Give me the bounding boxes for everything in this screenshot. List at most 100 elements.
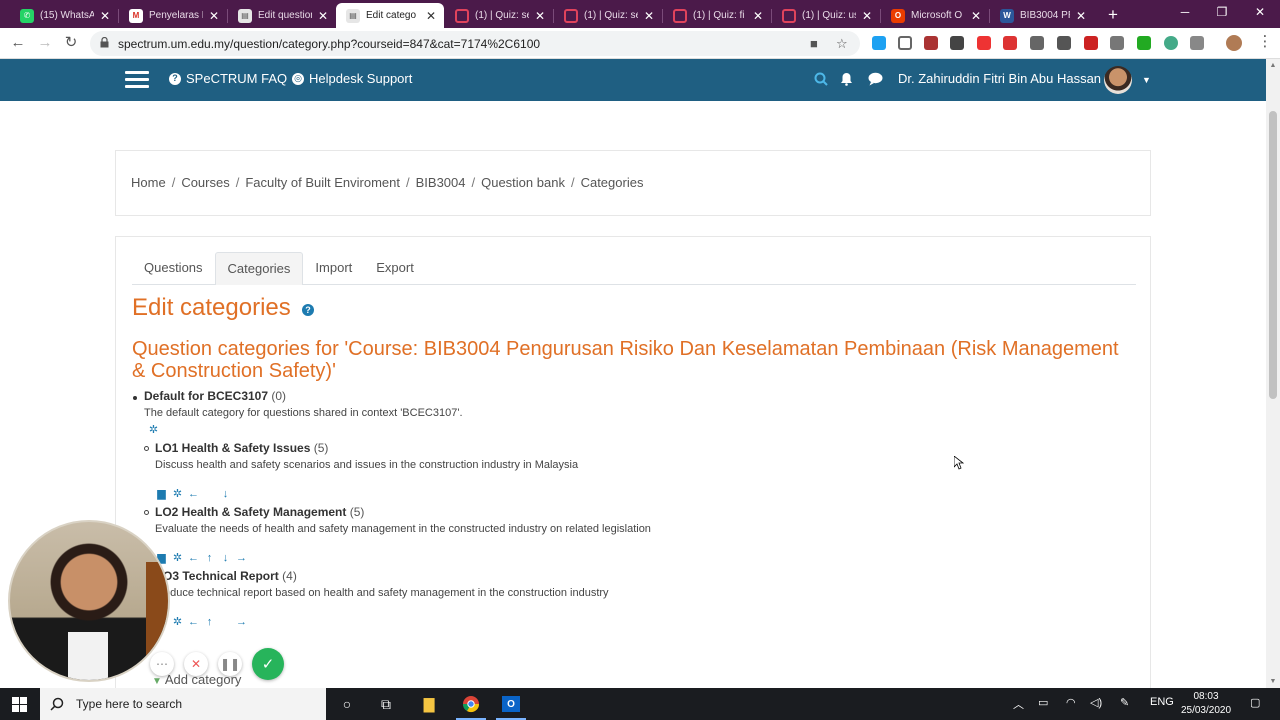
arrow-right-icon[interactable]: → bbox=[236, 617, 247, 628]
bell-icon[interactable] bbox=[840, 72, 853, 86]
outlook-icon[interactable]: O bbox=[496, 695, 526, 720]
windows-start-icon[interactable] bbox=[12, 697, 27, 712]
search-icon[interactable] bbox=[814, 72, 828, 86]
gear-icon[interactable]: ✲ bbox=[172, 489, 183, 500]
camera-icon[interactable]: ■ bbox=[810, 36, 818, 51]
breadcrumb-courses[interactable]: Courses bbox=[181, 175, 229, 190]
minimize-icon[interactable]: ─ bbox=[1175, 5, 1195, 19]
category-name[interactable]: LO1 Health & Safety Issues bbox=[155, 441, 310, 455]
breadcrumb-question-bank[interactable]: Question bank bbox=[481, 175, 565, 190]
extension-icon[interactable] bbox=[872, 36, 886, 50]
close-tab-icon[interactable]: ✕ bbox=[533, 9, 547, 23]
cortana-icon[interactable]: ○ bbox=[338, 695, 356, 713]
tab-categories[interactable]: Categories bbox=[214, 252, 304, 285]
cancel-recording-icon[interactable]: ✕ bbox=[184, 652, 208, 676]
category-name[interactable]: LO2 Health & Safety Management bbox=[155, 505, 346, 519]
arrow-down-icon[interactable]: ↓ bbox=[220, 553, 231, 564]
scroll-down-icon[interactable]: ▼ bbox=[1266, 678, 1280, 685]
tray-overflow-icon[interactable]: ︿ bbox=[1013, 696, 1024, 712]
close-tab-icon[interactable]: ✕ bbox=[98, 9, 112, 23]
volume-icon[interactable]: ◁) bbox=[1090, 696, 1102, 709]
forward-icon[interactable]: → bbox=[36, 34, 54, 52]
breadcrumb-course[interactable]: BIB3004 bbox=[416, 175, 466, 190]
pen-icon[interactable]: ✎ bbox=[1120, 696, 1129, 709]
browser-tab[interactable]: M Penyelaras K ✕ bbox=[119, 3, 227, 28]
browser-tab[interactable]: ▤ Edit question ✕ bbox=[228, 3, 336, 28]
task-view-icon[interactable]: ⧉ bbox=[377, 695, 395, 713]
extension-icon[interactable] bbox=[1057, 36, 1071, 50]
maximize-icon[interactable]: ❐ bbox=[1212, 5, 1232, 19]
pause-icon[interactable]: ❚❚ bbox=[218, 652, 242, 676]
close-window-icon[interactable]: ✕ bbox=[1250, 5, 1270, 19]
extension-icon[interactable] bbox=[924, 36, 938, 50]
battery-icon[interactable]: ▭ bbox=[1038, 696, 1048, 709]
tab-questions[interactable]: Questions bbox=[132, 252, 215, 285]
more-options-icon[interactable]: ⋯ bbox=[150, 652, 174, 676]
taskbar-clock[interactable]: 08:03 25/03/2020 bbox=[1176, 690, 1236, 718]
pdf-icon[interactable] bbox=[1003, 36, 1017, 50]
tab-import[interactable]: Import bbox=[303, 252, 364, 285]
pocket-icon[interactable] bbox=[898, 36, 912, 50]
notifications-icon[interactable]: ▢ bbox=[1250, 696, 1260, 709]
finish-recording-icon[interactable]: ✓ bbox=[252, 648, 284, 680]
close-tab-icon[interactable]: ✕ bbox=[751, 9, 765, 23]
profile-avatar-icon[interactable] bbox=[1226, 35, 1242, 51]
arrow-left-icon[interactable]: ← bbox=[188, 617, 199, 628]
close-tab-icon[interactable]: ✕ bbox=[316, 9, 330, 23]
close-tab-icon[interactable]: ✕ bbox=[860, 9, 874, 23]
extension-icon[interactable] bbox=[1030, 36, 1044, 50]
arrow-down-icon[interactable]: ↓ bbox=[220, 489, 231, 500]
user-avatar[interactable] bbox=[1104, 66, 1132, 94]
browser-tab-active[interactable]: ▤ Edit catego ✕ bbox=[336, 3, 444, 28]
chrome-extension-icon[interactable] bbox=[1164, 36, 1178, 50]
help-icon[interactable]: ? bbox=[302, 304, 314, 316]
extension-icon[interactable] bbox=[1110, 36, 1124, 50]
close-tab-icon[interactable]: ✕ bbox=[642, 9, 656, 23]
chat-icon[interactable] bbox=[868, 72, 883, 86]
browser-tab[interactable]: (1) | Quiz: fi ✕ bbox=[663, 3, 771, 28]
address-bar[interactable]: spectrum.um.edu.my/question/category.php… bbox=[90, 31, 860, 56]
gear-icon[interactable]: ✲ bbox=[148, 425, 159, 436]
wifi-icon[interactable]: ◠ bbox=[1066, 696, 1076, 709]
back-icon[interactable]: ← bbox=[9, 34, 27, 52]
arrow-right-icon[interactable]: → bbox=[236, 553, 247, 564]
arrow-left-icon[interactable]: ← bbox=[188, 489, 199, 500]
chrome-menu-icon[interactable]: ⋮ bbox=[1256, 33, 1274, 51]
close-tab-icon[interactable]: ✕ bbox=[424, 9, 438, 23]
scrollbar-thumb[interactable] bbox=[1269, 111, 1277, 399]
arrow-left-icon[interactable]: ← bbox=[188, 553, 199, 564]
extension-icon[interactable] bbox=[1190, 36, 1204, 50]
extension-icon[interactable] bbox=[1084, 36, 1098, 50]
reload-icon[interactable]: ↻ bbox=[62, 34, 80, 52]
browser-tab[interactable]: W BIB3004 PRO ✕ bbox=[990, 3, 1094, 28]
browser-tab[interactable]: (1) | Quiz: se ✕ bbox=[554, 3, 662, 28]
chrome-icon[interactable] bbox=[456, 695, 486, 720]
breadcrumb-categories[interactable]: Categories bbox=[581, 175, 644, 190]
browser-tab[interactable]: ✆ (15) WhatsAp ✕ bbox=[10, 3, 118, 28]
arrow-up-icon[interactable]: ↑ bbox=[204, 553, 215, 564]
helpdesk-link[interactable]: ◎ Helpdesk Support bbox=[292, 71, 412, 86]
user-name[interactable]: Dr. Zahiruddin Fitri Bin Abu Hassan . bbox=[898, 71, 1108, 86]
gear-icon[interactable]: ✲ bbox=[172, 617, 183, 628]
scroll-up-icon[interactable]: ▲ bbox=[1266, 62, 1280, 69]
browser-tab[interactable]: (1) | Quiz: us ✕ bbox=[772, 3, 880, 28]
trash-icon[interactable]: ▆ bbox=[156, 489, 167, 500]
close-tab-icon[interactable]: ✕ bbox=[969, 9, 983, 23]
category-name[interactable]: O3 Technical Report bbox=[163, 569, 279, 583]
extension-icon[interactable] bbox=[950, 36, 964, 50]
gear-icon[interactable]: ✲ bbox=[172, 553, 183, 564]
extension-icon[interactable] bbox=[1137, 36, 1151, 50]
bookmark-star-icon[interactable]: ☆ bbox=[836, 36, 848, 52]
faq-link[interactable]: ? SPeCTRUM FAQ bbox=[169, 71, 287, 86]
hamburger-menu-icon[interactable] bbox=[125, 71, 149, 89]
extension-icon[interactable] bbox=[977, 36, 991, 50]
tab-export[interactable]: Export bbox=[364, 252, 426, 285]
language-indicator[interactable]: ENG bbox=[1150, 696, 1174, 708]
breadcrumb-home[interactable]: Home bbox=[131, 175, 166, 190]
close-tab-icon[interactable]: ✕ bbox=[207, 9, 221, 23]
arrow-up-icon[interactable]: ↑ bbox=[204, 617, 215, 628]
taskbar-search-box[interactable]: Type here to search bbox=[40, 688, 326, 720]
file-explorer-icon[interactable]: ▇ bbox=[420, 695, 438, 713]
breadcrumb-faculty[interactable]: Faculty of Built Enviroment bbox=[245, 175, 400, 190]
browser-tab[interactable]: O Microsoft O ✕ bbox=[881, 3, 989, 28]
